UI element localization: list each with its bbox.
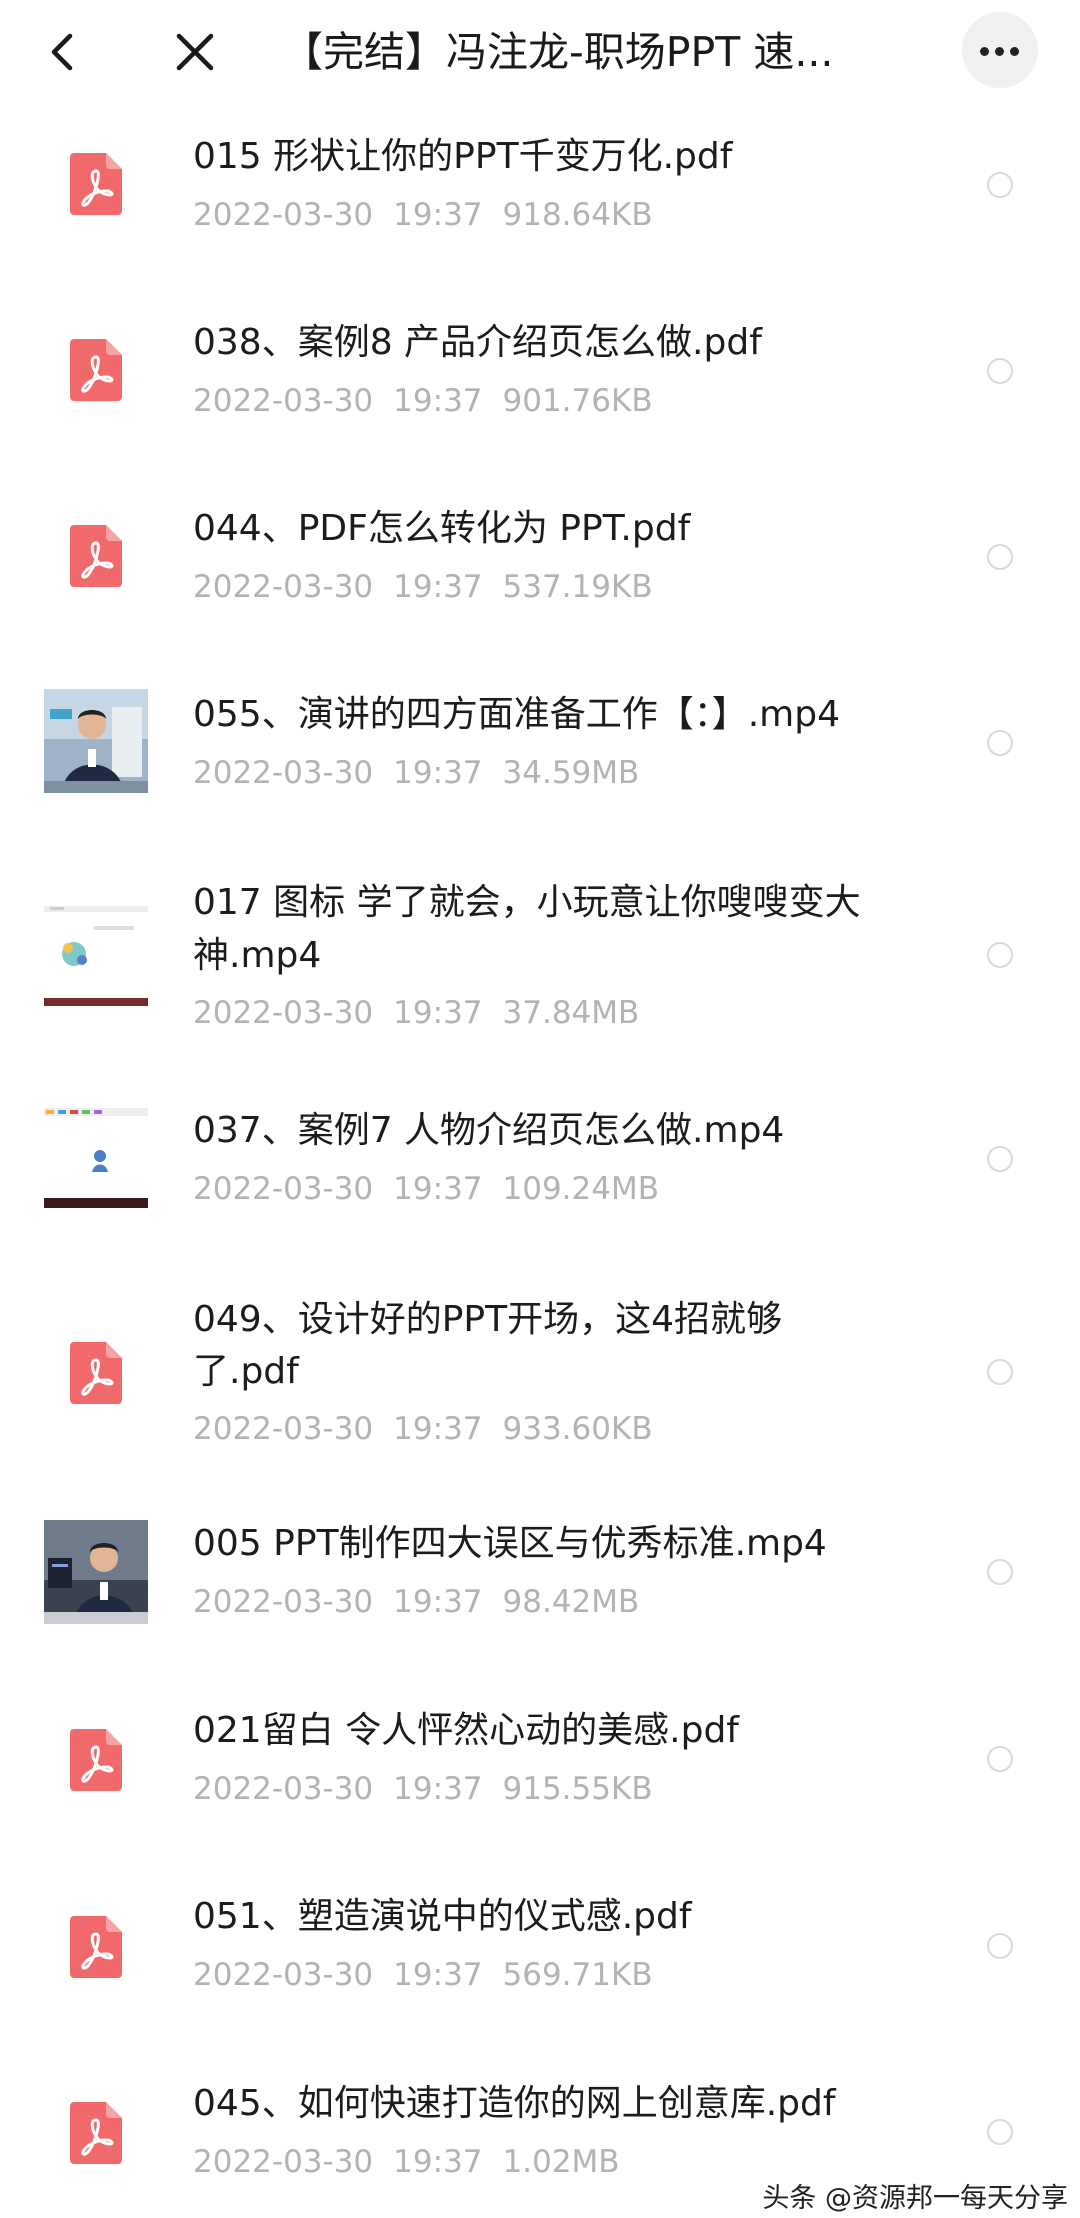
select-radio[interactable]	[987, 1359, 1013, 1385]
close-icon	[176, 33, 214, 71]
select-radio[interactable]	[987, 1146, 1013, 1172]
file-meta: 2022-03-30 19:37 1.02MB	[193, 2140, 913, 2184]
file-meta: 2022-03-30 19:37 918.64KB	[193, 193, 913, 237]
file-size: 537.19KB	[502, 569, 653, 605]
file-meta: 2022-03-30 19:37 34.59MB	[193, 751, 913, 795]
video-thumbnail	[44, 1520, 148, 1624]
file-size: 915.55KB	[502, 1771, 653, 1807]
select-radio[interactable]	[987, 2119, 1013, 2145]
file-name-continued: 神.mp4	[193, 935, 322, 976]
file-name: 044、PDF怎么转化为 PPT.pdf	[193, 508, 691, 549]
file-date: 2022-03-30	[193, 1411, 374, 1447]
file-name: 038、案例8 产品介绍页怎么做.pdf	[193, 322, 762, 363]
file-date: 2022-03-30	[193, 1771, 374, 1807]
file-list: 015 形状让你的PPT千变万化.pdf 2022-03-30 19:37 918.…	[0, 0, 1080, 2218]
more-icon-dot	[995, 47, 1004, 56]
select-radio[interactable]	[987, 730, 1013, 756]
pdf-icon	[70, 339, 122, 401]
select-radio[interactable]	[987, 544, 1013, 570]
select-radio[interactable]	[987, 1933, 1013, 1959]
file-name: 015 形状让你的PPT千变万化.pdf	[193, 136, 733, 177]
file-date: 2022-03-30	[193, 995, 374, 1031]
pdf-icon	[70, 2102, 122, 2164]
more-button[interactable]	[962, 12, 1038, 88]
file-size: 933.60KB	[502, 1411, 653, 1447]
pdf-icon	[70, 153, 122, 215]
file-name: 045、如何快速打造你的网上创意库.pdf	[193, 2083, 836, 2124]
file-meta: 2022-03-30 19:37 901.76KB	[193, 379, 913, 423]
file-meta: 2022-03-30 19:37 98.42MB	[193, 1580, 913, 1624]
file-date: 2022-03-30	[193, 2144, 374, 2180]
file-name: 049、设计好的PPT开场，这4招就够	[193, 1299, 783, 1340]
page-title: 【完结】冯注龙-职场PPT 速...	[282, 28, 834, 76]
file-time: 19:37	[393, 1171, 483, 1207]
pdf-icon	[70, 525, 122, 587]
file-size: 98.42MB	[502, 1584, 640, 1620]
file-date: 2022-03-30	[193, 1957, 374, 1993]
pdf-icon	[70, 1729, 122, 1791]
file-time: 19:37	[393, 197, 483, 233]
file-size: 918.64KB	[502, 197, 653, 233]
file-meta: 2022-03-30 19:37 37.84MB	[193, 991, 913, 1035]
file-time: 19:37	[393, 995, 483, 1031]
file-date: 2022-03-30	[193, 569, 374, 605]
top-nav-bar: 【完结】冯注龙-职场PPT 速...	[0, 0, 1080, 108]
video-thumbnail	[44, 902, 148, 1006]
file-name: 055、演讲的四方面准备工作【：】.mp4	[193, 694, 840, 735]
file-date: 2022-03-30	[193, 197, 374, 233]
file-time: 19:37	[393, 1771, 483, 1807]
file-name: 037、案例7 人物介绍页怎么做.mp4	[193, 1110, 785, 1151]
file-meta: 2022-03-30 19:37 569.71KB	[193, 1953, 913, 1997]
pdf-icon	[70, 1916, 122, 1978]
chevron-left-icon	[51, 33, 73, 71]
select-radio[interactable]	[987, 1559, 1013, 1585]
file-time: 19:37	[393, 1411, 483, 1447]
file-meta: 2022-03-30 19:37 933.60KB	[193, 1407, 913, 1451]
file-size: 569.71KB	[502, 1957, 653, 1993]
file-size: 901.76KB	[502, 383, 653, 419]
file-name: 051、塑造演说中的仪式感.pdf	[193, 1896, 692, 1937]
file-meta: 2022-03-30 19:37 915.55KB	[193, 1767, 913, 1811]
file-time: 19:37	[393, 383, 483, 419]
file-meta: 2022-03-30 19:37 537.19KB	[193, 565, 913, 609]
file-size: 109.24MB	[502, 1171, 659, 1207]
file-time: 19:37	[393, 2144, 483, 2180]
select-radio[interactable]	[987, 942, 1013, 968]
file-name-continued: 了.pdf	[193, 1351, 299, 1392]
select-radio[interactable]	[987, 358, 1013, 384]
pdf-icon	[70, 1342, 122, 1404]
file-name: 021留白 令人怦然心动的美感.pdf	[193, 1710, 739, 1751]
close-button[interactable]	[165, 22, 225, 82]
select-radio[interactable]	[987, 1746, 1013, 1772]
file-date: 2022-03-30	[193, 1171, 374, 1207]
file-date: 2022-03-30	[193, 383, 374, 419]
file-size: 37.84MB	[502, 995, 640, 1031]
file-name: 005 PPT制作四大误区与优秀标准.mp4	[193, 1523, 827, 1564]
file-date: 2022-03-30	[193, 755, 374, 791]
video-thumbnail	[44, 689, 148, 793]
file-time: 19:37	[393, 1957, 483, 1993]
video-thumbnail	[44, 1104, 148, 1208]
file-meta: 2022-03-30 19:37 109.24MB	[193, 1167, 913, 1211]
watermark: 头条 @资源邦一每天分享	[762, 2183, 1068, 2214]
file-size: 34.59MB	[502, 755, 640, 791]
file-time: 19:37	[393, 1584, 483, 1620]
more-icon-dot	[980, 47, 989, 56]
file-time: 19:37	[393, 755, 483, 791]
file-size: 1.02MB	[502, 2144, 620, 2180]
file-time: 19:37	[393, 569, 483, 605]
file-name: 017 图标 学了就会，小玩意让你嗖嗖变大	[193, 882, 861, 923]
select-radio[interactable]	[987, 172, 1013, 198]
back-button[interactable]	[40, 22, 90, 82]
file-date: 2022-03-30	[193, 1584, 374, 1620]
more-icon-dot	[1010, 47, 1019, 56]
